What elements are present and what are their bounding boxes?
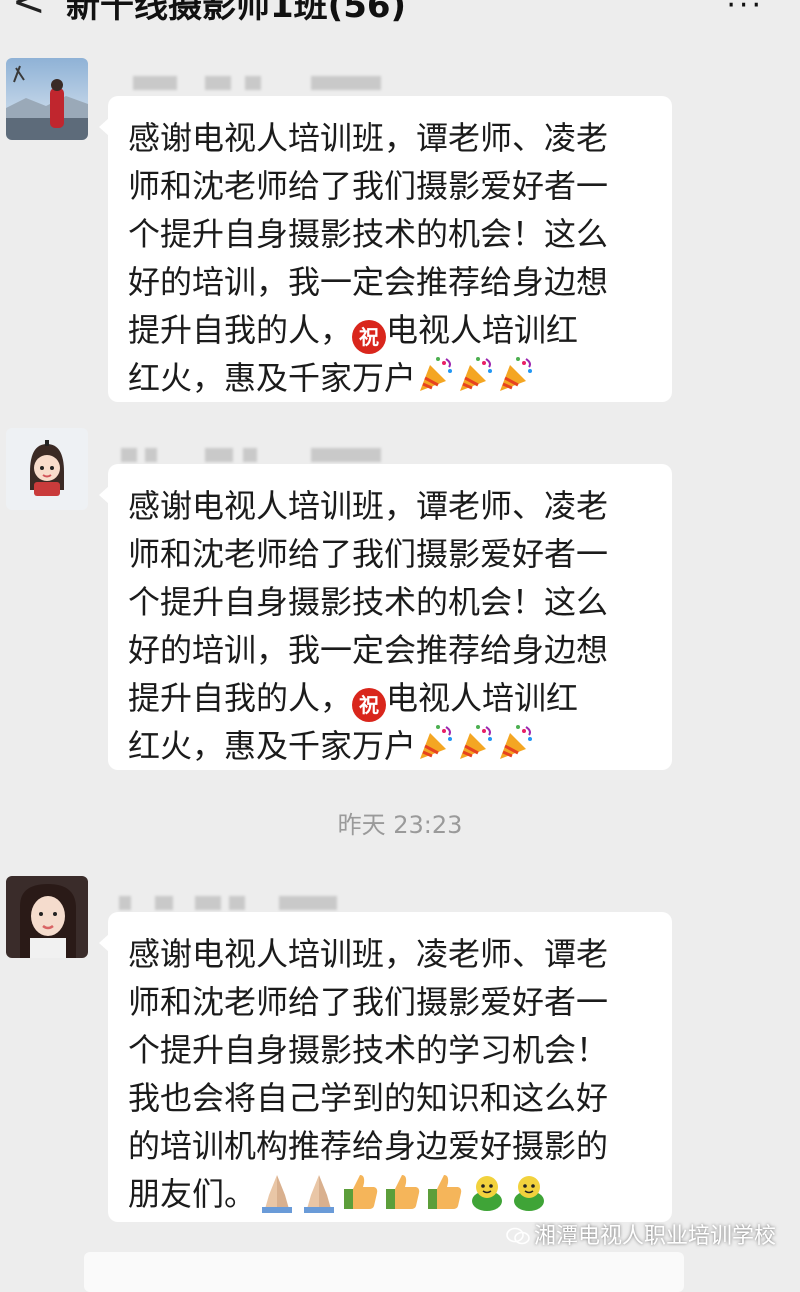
message-line: 师和沈老师给了我们摄影爱好者一 [128,167,609,205]
sender-name-blurred [115,892,385,914]
folded-hands-icon [262,1175,293,1213]
message-line: 个提升自身摄影技术的机会！这么 [128,583,609,621]
message-bubble[interactable]: 感谢电视人培训班，凌老师、谭老 师和沈老师给了我们摄影爱好者一 个提升自身摄影技… [99,912,672,1222]
message-line-with-emoji: 提升自我的人，祝电视人培训红 [128,674,652,722]
sender-avatar[interactable] [6,428,88,510]
party-popper-icon [460,725,493,759]
message-text: 电视人培训红 [386,311,579,349]
back-arrow-icon[interactable]: < [12,0,46,22]
zhu-blessing-icon: 祝 [352,320,387,354]
message-timestamp: 昨天 23:23 [337,811,463,839]
message-text: 电视人培训红 [386,679,579,717]
message-line: 个提升自身摄影技术的机会！这么 [128,215,609,253]
message-line: 师和沈老师给了我们摄影爱好者一 [128,535,609,573]
message-text: 朋友们。 [128,1175,257,1213]
message-input-bar[interactable] [84,1252,684,1292]
message-line-with-emoji: 朋友们。 [128,1170,652,1218]
sender-avatar[interactable] [6,58,88,140]
party-popper-icon [500,357,533,391]
message-line-with-emoji: 红火，惠及千家万户 [128,722,652,770]
message-line: 感谢电视人培训班，谭老师、凌老 [128,119,609,157]
wechat-icon [506,1227,530,1245]
message-text: 红火，惠及千家万户 [128,727,417,765]
message-text: 提升自我的人， [128,311,353,349]
message-line-with-emoji: 红火，惠及千家万户 [128,354,652,402]
party-popper-icon [420,725,453,759]
more-options-icon[interactable]: ··· [726,0,764,26]
message-text: 提升自我的人， [128,679,353,717]
message-line: 好的培训，我一定会推荐给身边想 [128,263,609,301]
message-line: 我也会将自己学到的知识和这么好 [128,1079,609,1117]
zhu-blessing-icon: 祝 [352,688,387,722]
chat-title: 新千线摄影师1班(56) [66,0,407,26]
message-line-with-emoji: 提升自我的人，祝电视人培训红 [128,306,652,354]
watermark: 湘潭电视人职业培训学校 [506,1222,776,1252]
message-line: 好的培训，我一定会推荐给身边想 [128,631,609,669]
message-line: 感谢电视人培训班，谭老师、凌老 [128,487,609,525]
message-line: 师和沈老师给了我们摄影爱好者一 [128,983,609,1021]
sender-avatar[interactable] [6,876,88,958]
party-popper-icon [500,725,533,759]
chat-header: < 新千线摄影师1班(56) ··· [0,0,800,40]
message-text: 红火，惠及千家万户 [128,359,417,397]
folded-hands-icon [304,1175,335,1213]
message-line: 的培训机构推荐给身边爱好摄影的 [128,1127,609,1165]
watermark-text: 湘潭电视人职业培训学校 [533,1224,776,1249]
thumbs-up-icon [428,1175,462,1209]
sender-name-blurred [115,72,385,94]
message-line: 感谢电视人培训班，凌老师、谭老 [128,935,609,973]
thumbs-up-icon [344,1175,378,1209]
party-popper-icon [460,357,493,391]
green-bean-character-icon [514,1176,545,1211]
party-popper-icon [420,357,453,391]
message-bubble[interactable]: 感谢电视人培训班，谭老师、凌老 师和沈老师给了我们摄影爱好者一 个提升自身摄影技… [99,464,672,770]
message-line: 个提升自身摄影技术的学习机会！ [128,1031,609,1069]
green-bean-character-icon [472,1176,503,1211]
message-bubble[interactable]: 感谢电视人培训班，谭老师、凌老 师和沈老师给了我们摄影爱好者一 个提升自身摄影技… [99,96,672,402]
sender-name-blurred [115,444,385,466]
thumbs-up-icon [386,1175,420,1209]
